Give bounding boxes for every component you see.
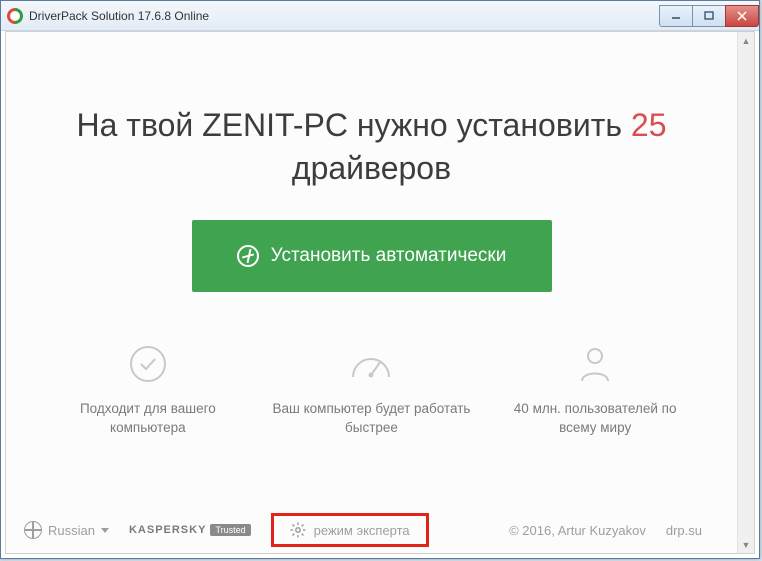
app-icon xyxy=(7,8,23,24)
install-button-label: Установить автоматически xyxy=(271,245,507,267)
headline-suffix: драйверов xyxy=(292,150,451,186)
globe-small-icon xyxy=(24,521,42,539)
expert-mode-button[interactable]: режим эксперта xyxy=(271,513,429,547)
feature-compatible: Подходит для вашего компьютера xyxy=(48,342,248,438)
language-selector[interactable]: Russian xyxy=(24,521,109,539)
maximize-button[interactable] xyxy=(692,5,726,27)
titlebar: DriverPack Solution 17.6.8 Online xyxy=(1,1,759,31)
window-controls xyxy=(660,5,759,27)
copyright-text: © 2016, Artur Kuzyakov xyxy=(509,523,646,538)
check-icon xyxy=(126,342,170,386)
site-link[interactable]: drp.su xyxy=(666,523,702,538)
content-area: ▲ ▼ На твой ZENIT-PC нужно установить 25… xyxy=(5,31,755,554)
feature-text: Ваш компьютер будет работать быстрее xyxy=(271,400,471,438)
scroll-down-button[interactable]: ▼ xyxy=(738,536,754,553)
footer-right: © 2016, Artur Kuzyakov drp.su xyxy=(509,523,702,538)
feature-text: Подходит для вашего компьютера xyxy=(48,400,248,438)
headline-prefix: На твой ZENIT-PC нужно установить xyxy=(76,107,630,143)
trusted-badge: Trusted xyxy=(210,524,250,536)
app-window: DriverPack Solution 17.6.8 Online ▲ ▼ На… xyxy=(0,0,760,559)
feature-text: 40 млн. пользователей по всему миру xyxy=(495,400,695,438)
vertical-scrollbar[interactable]: ▲ ▼ xyxy=(737,32,754,553)
chevron-down-icon xyxy=(101,528,109,533)
kaspersky-text: KASPERSKY xyxy=(129,524,206,536)
footer: Russian KASPERSKY Trusted режим эксперта… xyxy=(6,507,720,553)
close-button[interactable] xyxy=(725,5,759,27)
minimize-button[interactable] xyxy=(659,5,693,27)
feature-users: 40 млн. пользователей по всему миру xyxy=(495,342,695,438)
globe-icon xyxy=(237,245,259,267)
main-panel: На твой ZENIT-PC нужно установить 25 дра… xyxy=(6,32,737,553)
gear-icon xyxy=(290,522,306,538)
window-title: DriverPack Solution 17.6.8 Online xyxy=(29,9,209,23)
install-automatically-button[interactable]: Установить автоматически xyxy=(192,220,552,292)
features-row: Подходит для вашего компьютера Ваш компь… xyxy=(6,342,737,438)
kaspersky-badge: KASPERSKY Trusted xyxy=(129,524,251,536)
scroll-up-button[interactable]: ▲ xyxy=(738,32,754,49)
gauge-icon xyxy=(349,342,393,386)
user-icon xyxy=(573,342,617,386)
language-label: Russian xyxy=(48,523,95,538)
driver-count: 25 xyxy=(631,107,667,143)
feature-faster: Ваш компьютер будет работать быстрее xyxy=(271,342,471,438)
headline: На твой ZENIT-PC нужно установить 25 дра… xyxy=(6,104,737,190)
expert-mode-label: режим эксперта xyxy=(314,523,410,538)
